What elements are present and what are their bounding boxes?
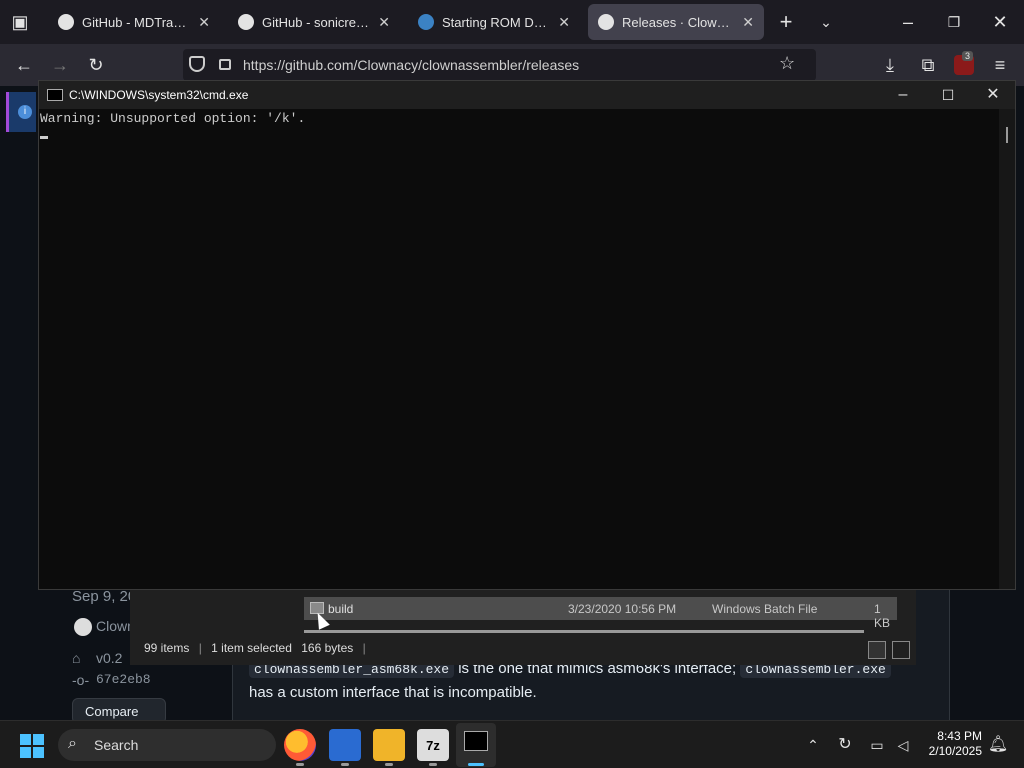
firefox-icon[interactable] xyxy=(284,729,316,761)
running-indicator xyxy=(341,763,349,766)
item-count: 99 items xyxy=(144,641,190,655)
file-size: 1 KB xyxy=(874,602,891,630)
sync-icon[interactable]: ↻ xyxy=(829,729,861,761)
compare-label: Compare xyxy=(85,704,139,719)
large-icons-view-icon[interactable] xyxy=(892,641,910,659)
cursor xyxy=(40,136,48,139)
minimize-icon[interactable]: – xyxy=(892,6,924,38)
file-name: build xyxy=(328,602,354,616)
tab-sonicretro[interactable]: GitHub - sonicretro/s1 ✕ xyxy=(228,4,400,40)
tab-mdtravisyt[interactable]: GitHub - MDTravisYT/s ✕ xyxy=(48,4,220,40)
running-indicator xyxy=(385,763,393,766)
shield-icon[interactable] xyxy=(189,56,205,72)
cmd-title: C:\WINDOWS\system32\cmd.exe xyxy=(69,88,249,102)
search-icon: ⌕ xyxy=(68,735,77,752)
details-view-icon[interactable] xyxy=(868,641,886,659)
new-tab-icon[interactable]: + xyxy=(770,6,802,38)
downloads-icon[interactable]: ⤓ xyxy=(874,49,906,81)
extensions-icon[interactable]: ⧉ xyxy=(912,49,944,81)
extension-badge: 3 xyxy=(962,51,974,61)
close-window-icon[interactable]: ✕ xyxy=(984,6,1016,38)
reload-icon[interactable]: ↻ xyxy=(80,49,112,81)
tab-overview-icon[interactable]: ▣ xyxy=(4,6,36,38)
close-tab-icon[interactable]: ✕ xyxy=(742,14,754,31)
cmd-output: Warning: Unsupported option: '/k'. xyxy=(39,109,305,139)
release-date: Sep 9, 20 xyxy=(72,588,137,605)
taskbar: ⌕ Search 7z ⌃ ↻ ▭ ◁ 8:43 PM 2/10/2025 🔔︎ xyxy=(0,720,1024,768)
clock-date: 2/10/2025 xyxy=(928,744,982,758)
selected-count: 1 item selected xyxy=(211,641,292,655)
commit-icon: -o- xyxy=(72,672,90,688)
info-banner: i xyxy=(6,92,36,132)
status-bar: 99 items | 1 item selected 166 bytes | xyxy=(144,641,366,655)
scrollbar[interactable] xyxy=(999,109,1015,589)
tab-label: GitHub - MDTravisYT/s xyxy=(82,14,192,30)
file-date: 3/23/2020 10:56 PM xyxy=(568,602,677,616)
info-icon: i xyxy=(18,105,32,119)
start-button-icon[interactable] xyxy=(20,734,44,758)
tab-label: GitHub - sonicretro/s1 xyxy=(262,14,372,30)
file-type: Windows Batch File xyxy=(712,602,818,616)
github-icon xyxy=(58,14,74,30)
running-indicator xyxy=(296,763,304,766)
search-box[interactable]: ⌕ Search xyxy=(58,729,276,761)
lock-icon[interactable] xyxy=(219,59,231,70)
maximize-icon[interactable]: ☐ xyxy=(932,79,964,111)
clownacy-icon xyxy=(418,14,434,30)
photos-app-icon[interactable] xyxy=(329,729,361,761)
url-text[interactable]: https://github.com/Clownacy/clownassembl… xyxy=(243,57,579,73)
avatar xyxy=(74,618,92,636)
close-tab-icon[interactable]: ✕ xyxy=(198,14,210,31)
commit-link[interactable]: 67e2eb8 xyxy=(96,672,151,687)
close-icon[interactable]: ✕ xyxy=(977,79,1009,111)
menu-icon[interactable]: ≡ xyxy=(984,49,1016,81)
browser-tab-strip: ▣ GitHub - MDTravisYT/s ✕ GitHub - sonic… xyxy=(0,0,1024,44)
url-bar[interactable]: https://github.com/Clownacy/clownassembl… xyxy=(183,49,816,81)
notifications-bell-icon[interactable]: 🔔︎ xyxy=(982,729,1014,761)
cmd-taskbar-button[interactable] xyxy=(456,723,496,767)
minimize-icon[interactable]: – xyxy=(887,79,919,111)
back-icon[interactable]: ← xyxy=(8,49,40,81)
clock[interactable]: 8:43 PM 2/10/2025 xyxy=(922,729,982,759)
github-icon xyxy=(238,14,254,30)
horizontal-scrollbar[interactable] xyxy=(304,630,864,633)
tag-icon: ⌂ xyxy=(72,650,81,666)
forward-icon[interactable]: → xyxy=(44,49,76,81)
file-explorer-icon[interactable] xyxy=(373,729,405,761)
cmd-window[interactable]: C:\WINDOWS\system32\cmd.exe – ☐ ✕ Warnin… xyxy=(38,80,1016,590)
tab-label: Starting ROM Downloa xyxy=(442,14,552,30)
clock-time: 8:43 PM xyxy=(937,729,982,743)
selected-size: 166 bytes xyxy=(301,641,354,655)
bookmark-star-icon[interactable]: ☆ xyxy=(779,53,795,74)
cmd-icon xyxy=(47,89,63,101)
tag-link[interactable]: v0.2 xyxy=(96,650,122,666)
release-notes-line-2: has a custom interface that is incompati… xyxy=(249,684,537,701)
close-tab-icon[interactable]: ✕ xyxy=(378,14,390,31)
7zip-icon[interactable]: 7z xyxy=(417,729,449,761)
cmd-title-bar[interactable]: C:\WINDOWS\system32\cmd.exe – ☐ ✕ xyxy=(39,81,1015,109)
running-indicator xyxy=(429,763,437,766)
chevron-up-icon[interactable]: ⌃ xyxy=(797,729,829,761)
search-label: Search xyxy=(94,737,139,753)
list-tabs-icon[interactable]: ⌄ xyxy=(810,6,842,38)
github-icon xyxy=(598,14,614,30)
volume-muted-icon[interactable]: ◁ xyxy=(887,729,919,761)
file-row-selected[interactable]: build 3/23/2020 10:56 PM Windows Batch F… xyxy=(304,597,897,630)
tab-releases[interactable]: Releases · Clownacy/cl ✕ xyxy=(588,4,764,40)
close-tab-icon[interactable]: ✕ xyxy=(558,14,570,31)
terminal-icon xyxy=(464,731,488,751)
tab-starting-rom[interactable]: Starting ROM Downloa ✕ xyxy=(408,4,580,40)
tab-label: Releases · Clownacy/cl xyxy=(622,14,736,30)
active-indicator xyxy=(468,763,484,766)
scrollbar-thumb[interactable] xyxy=(1006,127,1008,143)
cmd-output-line: Warning: Unsupported option: '/k'. xyxy=(40,111,306,126)
restore-icon[interactable]: ❐ xyxy=(938,6,970,38)
